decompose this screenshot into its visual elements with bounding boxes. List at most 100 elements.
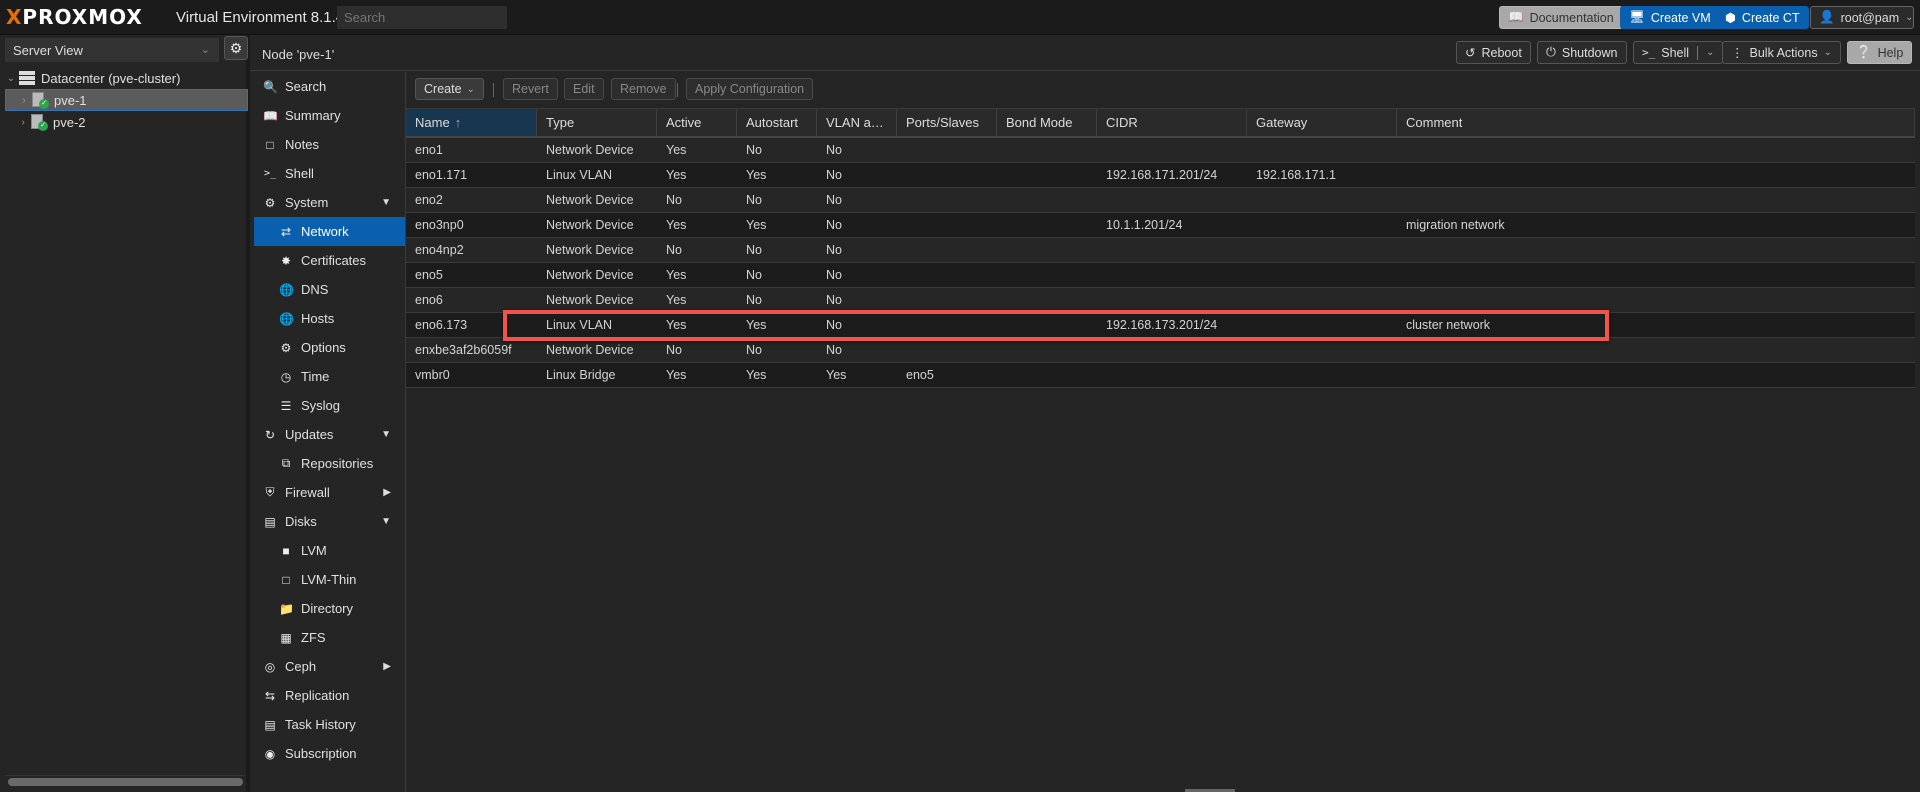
table-row[interactable]: eno3np0 Network Device Yes Yes No 10.1.1.201/… xyxy=(406,213,1915,238)
column-header-autostart[interactable]: Autostart xyxy=(737,109,817,136)
apply-configuration-label: Apply Configuration xyxy=(695,82,805,96)
edit-button[interactable]: Edit xyxy=(564,78,604,100)
table-row[interactable]: enxbe3af2b6059f Network Device No No No xyxy=(406,338,1915,363)
cell-active: Yes xyxy=(666,218,687,232)
nav-item-time[interactable]: ◷ Time xyxy=(254,362,405,391)
nav-item-directory[interactable]: 📁 Directory xyxy=(254,594,405,623)
documentation-button[interactable]: 📖 Documentation xyxy=(1499,6,1623,29)
column-header-name[interactable]: Name ↑ xyxy=(406,109,537,136)
nav-item-search[interactable]: 🔍 Search xyxy=(254,72,405,101)
apply-configuration-button[interactable]: Apply Configuration xyxy=(686,78,814,100)
nav-item-replication[interactable]: ⇆ Replication xyxy=(254,681,405,710)
documentation-label: Documentation xyxy=(1529,10,1614,25)
bulk-actions-button[interactable]: ⋮ Bulk Actions ⌄ xyxy=(1722,41,1841,64)
collapse-icon[interactable]: ⌄ xyxy=(5,73,17,84)
nav-item-lvm-thin[interactable]: □ LVM-Thin xyxy=(254,565,405,594)
table-row[interactable]: eno1 Network Device Yes No No xyxy=(406,138,1915,163)
nav-item-system[interactable]: ⚙ System ▼ xyxy=(254,188,405,217)
global-search-input[interactable] xyxy=(337,6,507,29)
column-header-bond[interactable]: Bond Mode xyxy=(997,109,1097,136)
cell-name: eno1.171 xyxy=(415,168,468,182)
nav-item-lvm[interactable]: ■ LVM xyxy=(254,536,405,565)
table-row[interactable]: eno5 Network Device Yes No No xyxy=(406,263,1915,288)
revert-button[interactable]: Revert xyxy=(503,78,558,100)
nav-item-options[interactable]: ⚙ Options xyxy=(254,333,405,362)
cell-gateway xyxy=(1247,263,1397,287)
cell-comment: cluster network xyxy=(1406,318,1491,332)
nav-item-label: Syslog xyxy=(301,398,341,413)
tree-horizontal-scrollbar[interactable] xyxy=(8,778,243,786)
caret-right-icon[interactable]: ▶ xyxy=(383,487,391,498)
caret-down-icon[interactable]: ▼ xyxy=(381,516,391,527)
column-header-vlan[interactable]: VLAN a… xyxy=(817,109,897,136)
create-button[interactable]: Create ⌄ xyxy=(415,78,484,100)
nav-item-subscription[interactable]: ◉ Subscription xyxy=(254,739,405,768)
cell-cidr xyxy=(1097,338,1247,362)
column-header-active[interactable]: Active xyxy=(657,109,737,136)
chevron-down-icon[interactable]: ⌄ xyxy=(1706,47,1714,58)
nav-item-dns[interactable]: 🌐 DNS xyxy=(254,275,405,304)
proxmox-logo[interactable]: XPROXMOX xyxy=(6,5,143,29)
table-row[interactable]: vmbr0 Linux Bridge Yes Yes Yes eno5 xyxy=(406,363,1915,388)
nav-item-task-history[interactable]: ▤ Task History xyxy=(254,710,405,739)
caret-down-icon[interactable]: ▼ xyxy=(381,429,391,440)
nav-item-label: Updates xyxy=(285,427,334,442)
tree-settings-button[interactable]: ⚙ xyxy=(224,36,248,60)
table-row[interactable]: eno2 Network Device No No No xyxy=(406,188,1915,213)
tree-item-pve-2[interactable]: › ✓ pve-2 xyxy=(5,111,248,133)
column-header-gateway[interactable]: Gateway xyxy=(1247,109,1397,136)
power-icon: ⏻ xyxy=(1546,45,1556,59)
column-header-cidr[interactable]: CIDR xyxy=(1097,109,1247,136)
search-icon: 🔍 xyxy=(263,79,278,94)
caret-right-icon[interactable]: ▶ xyxy=(383,661,391,672)
caret-down-icon[interactable]: ▼ xyxy=(381,197,391,208)
nav-item-firewall[interactable]: ⛨ Firewall ▶ xyxy=(254,478,405,507)
table-row[interactable]: eno1.171 Linux VLAN Yes Yes No 192.168.171.20… xyxy=(406,163,1915,188)
shield-icon: ⛨ xyxy=(265,485,275,499)
nav-item-summary[interactable]: 📖 Summary xyxy=(254,101,405,130)
create-ct-button[interactable]: ⬢ Create CT xyxy=(1716,6,1809,29)
column-header-ports[interactable]: Ports/Slaves xyxy=(897,109,997,136)
table-row[interactable]: eno6.173 Linux VLAN Yes Yes No 192.168.173.20… xyxy=(406,313,1915,338)
cell-autostart: No xyxy=(746,243,762,257)
cell-name: eno4np2 xyxy=(415,243,464,257)
nav-item-syslog[interactable]: ☰ Syslog xyxy=(254,391,405,420)
nav-item-hosts[interactable]: 🌐 Hosts xyxy=(254,304,405,333)
nav-item-network[interactable]: ⇄ Network xyxy=(254,217,405,246)
table-row[interactable]: eno4np2 Network Device No No No xyxy=(406,238,1915,263)
shell-button[interactable]: >_ Shell ⌄ xyxy=(1633,41,1724,64)
column-header-label: Autostart xyxy=(746,115,799,130)
nav-item-notes[interactable]: □ Notes xyxy=(254,130,405,159)
nav-item-updates[interactable]: ↻ Updates ▼ xyxy=(254,420,405,449)
cell-ports xyxy=(897,288,997,312)
nav-item-shell[interactable]: >_ Shell xyxy=(254,159,405,188)
user-menu-button[interactable]: 👤 root@pam ⌄ xyxy=(1810,6,1914,29)
desktop-icon: 🖥 xyxy=(1629,10,1645,24)
nav-item-repositories[interactable]: ⧉ Repositories xyxy=(254,449,405,478)
create-vm-button[interactable]: 🖥 Create VM xyxy=(1620,6,1720,29)
cell-vlan: No xyxy=(826,168,842,182)
view-select[interactable]: Server View ⌄ xyxy=(5,38,219,62)
cell-type: Network Device xyxy=(546,218,634,232)
datacenter-icon xyxy=(19,71,35,85)
nav-item-certificates[interactable]: ✸ Certificates xyxy=(254,246,405,275)
column-header-comment[interactable]: Comment xyxy=(1397,109,1915,136)
cell-bond xyxy=(997,288,1097,312)
help-button[interactable]: ❔ Help xyxy=(1847,41,1913,64)
nav-item-disks[interactable]: ▤ Disks ▼ xyxy=(254,507,405,536)
expand-icon[interactable]: › xyxy=(18,95,30,106)
cell-type: Network Device xyxy=(546,243,634,257)
tree-item-datacenter[interactable]: ⌄ Datacenter (pve-cluster) xyxy=(5,67,248,89)
column-header-label: Active xyxy=(666,115,702,130)
shutdown-button[interactable]: ⏻ Shutdown xyxy=(1537,41,1627,64)
expand-icon[interactable]: › xyxy=(17,117,29,128)
tree-item-pve-1[interactable]: › ✓ pve-1 xyxy=(5,89,248,111)
column-header-type[interactable]: Type xyxy=(537,109,657,136)
nav-item-label: LVM xyxy=(301,543,327,558)
reboot-button[interactable]: ↺ Reboot xyxy=(1456,41,1531,64)
nav-item-zfs[interactable]: ▦ ZFS xyxy=(254,623,405,652)
remove-button[interactable]: Remove xyxy=(611,78,676,100)
nav-item-ceph[interactable]: ◎ Ceph ▶ xyxy=(254,652,405,681)
table-row[interactable]: eno6 Network Device Yes No No xyxy=(406,288,1915,313)
cell-gateway xyxy=(1247,188,1397,212)
